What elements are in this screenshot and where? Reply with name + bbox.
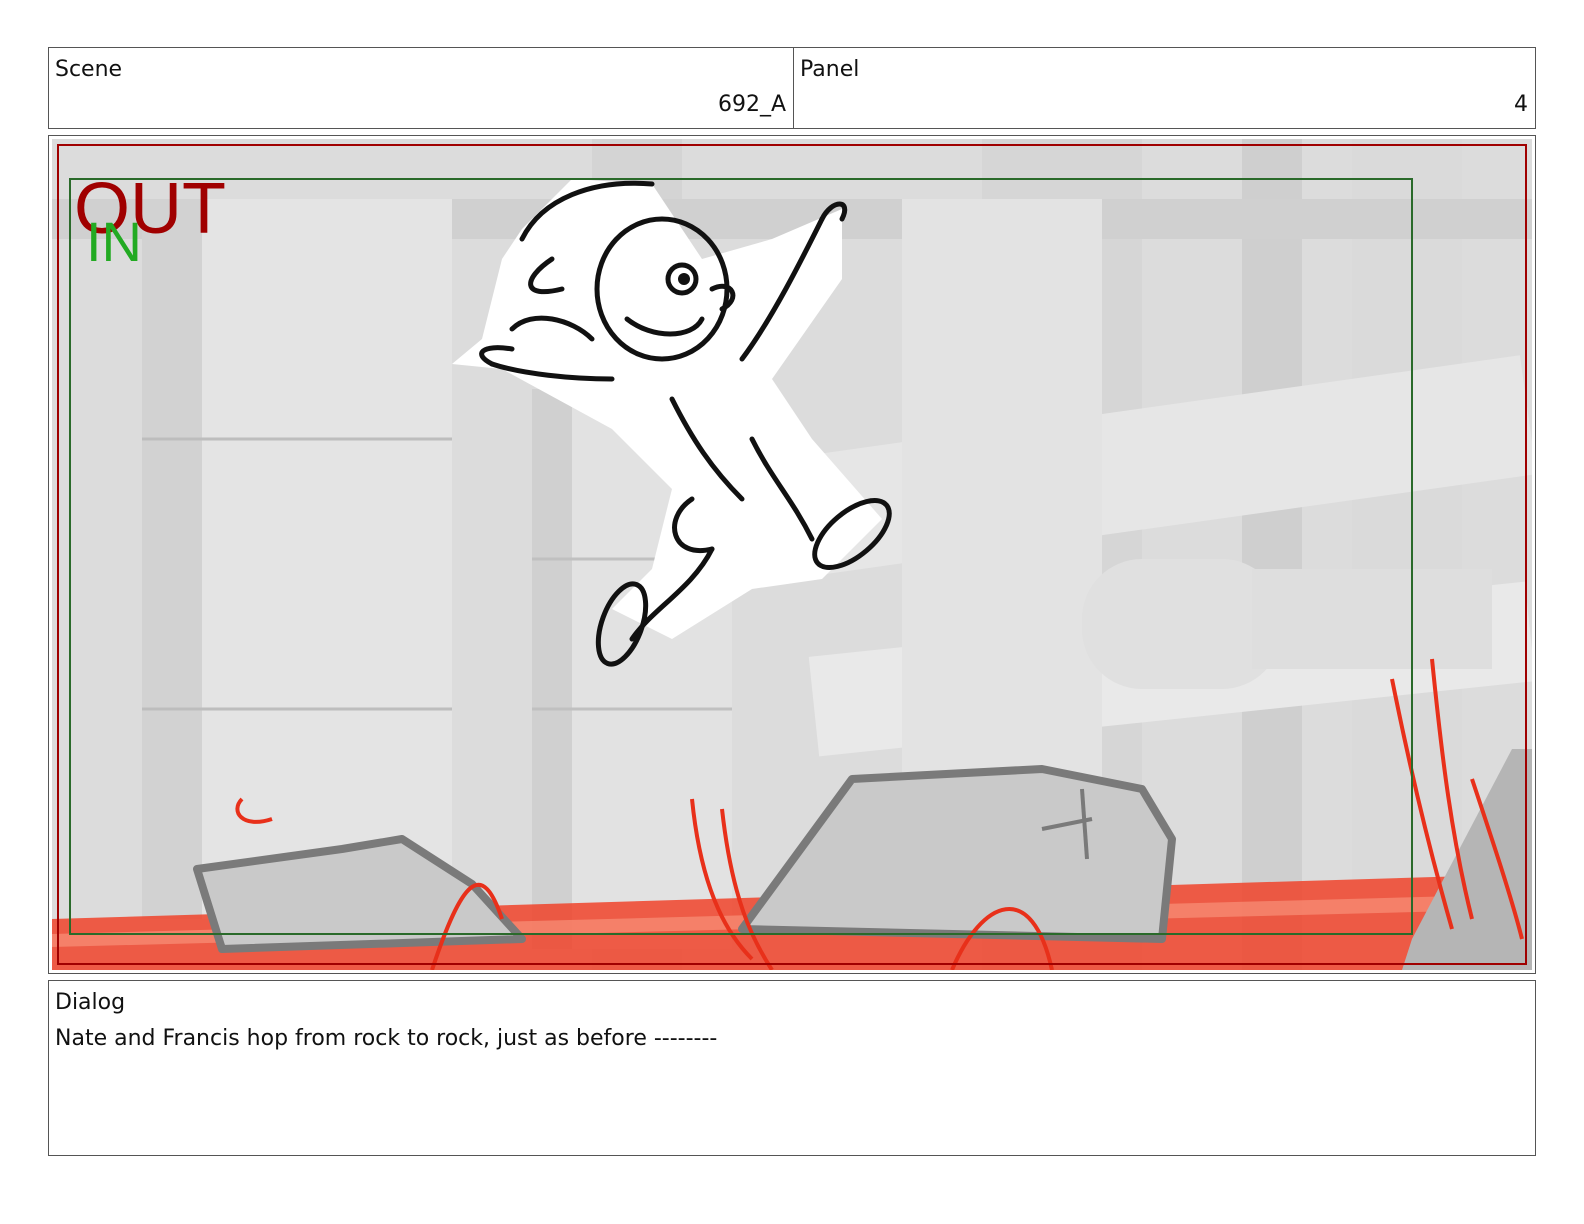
scene-label: Scene (55, 57, 123, 82)
in-marker: IN (86, 210, 142, 273)
storyboard-image: OUT IN (52, 139, 1532, 970)
storyboard-frame: OUT IN (48, 135, 1536, 974)
panel-header: Scene 692_A Panel 4 (48, 47, 1536, 129)
panel-number: 4 (1514, 92, 1528, 117)
dialog-box: Dialog Nate and Francis hop from rock to… (48, 980, 1536, 1156)
panel-cell: Panel 4 (794, 48, 1535, 128)
scene-number: 692_A (717, 92, 786, 117)
scene-cell: Scene 692_A (49, 48, 794, 128)
panel-label: Panel (800, 57, 860, 82)
dialog-text: Nate and Francis hop from rock to rock, … (55, 1026, 718, 1051)
left-pillar (142, 199, 452, 919)
dialog-label: Dialog (55, 990, 126, 1015)
